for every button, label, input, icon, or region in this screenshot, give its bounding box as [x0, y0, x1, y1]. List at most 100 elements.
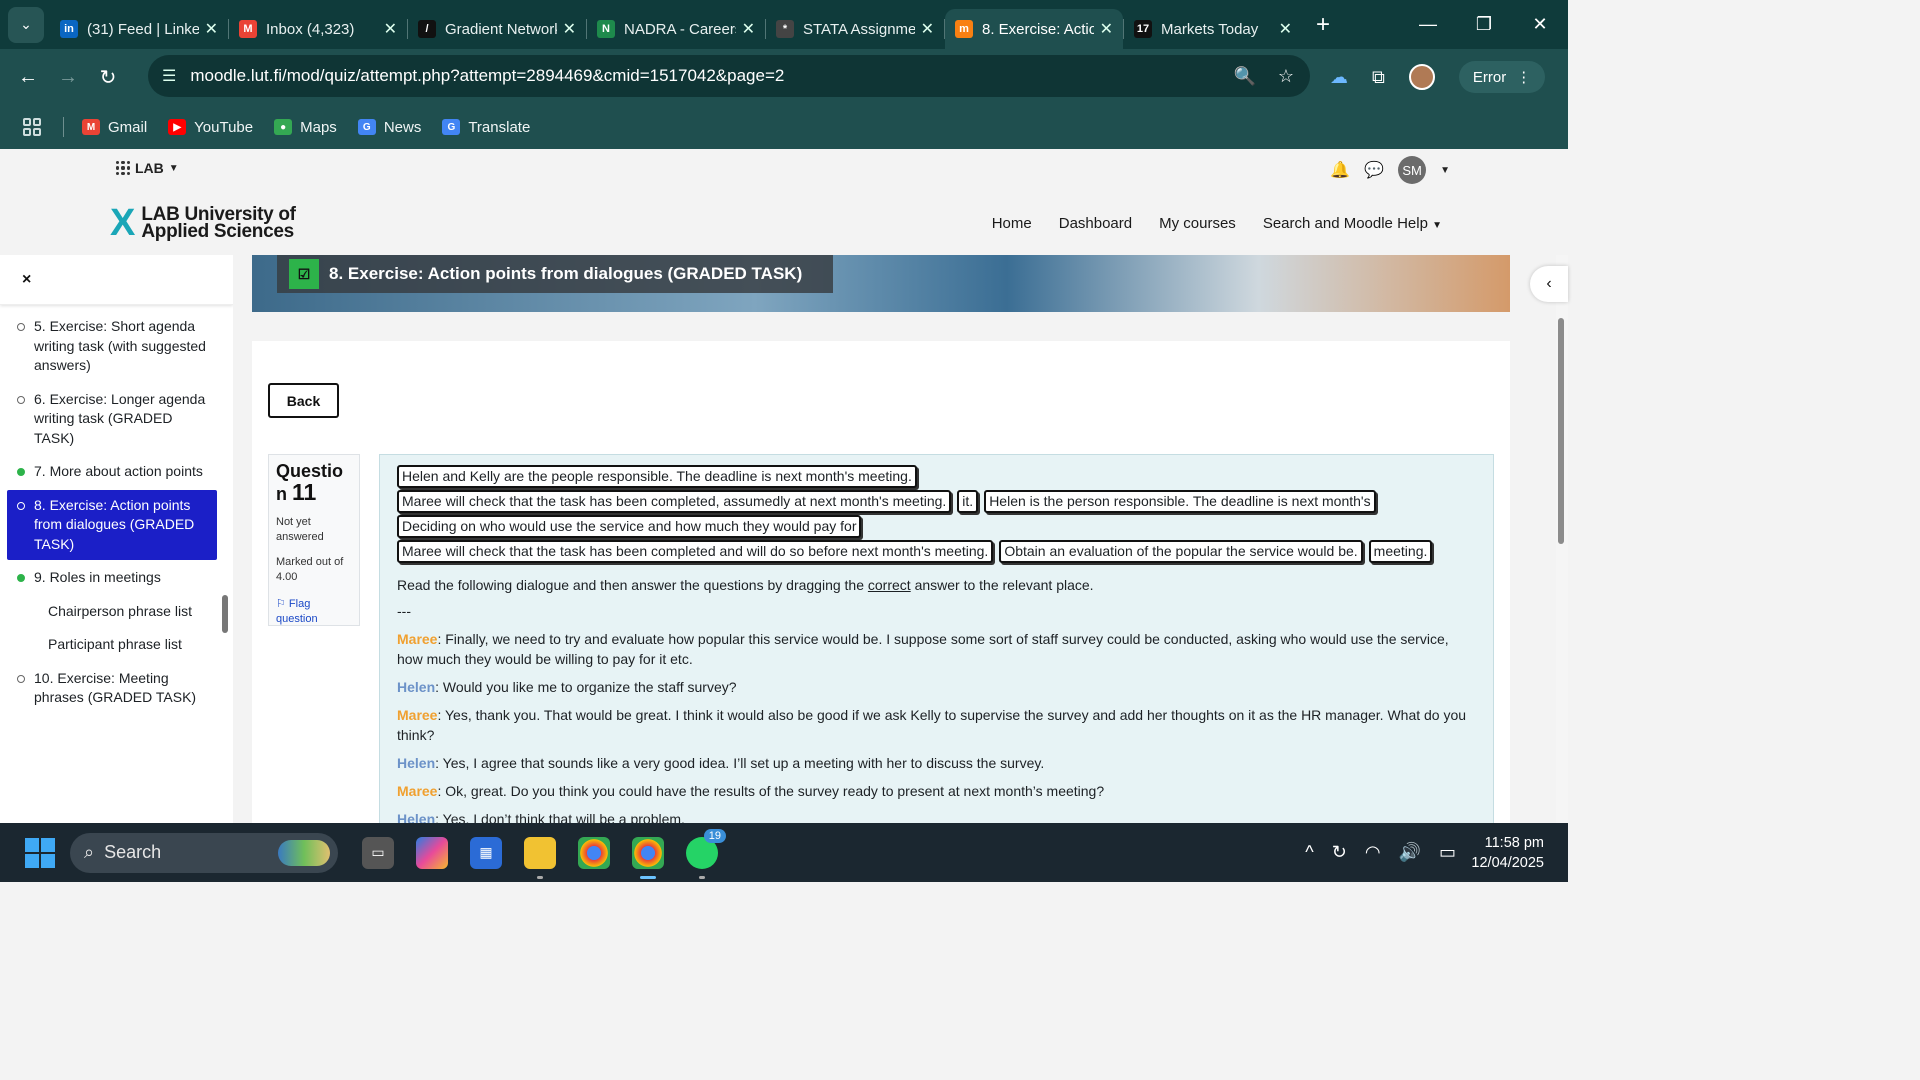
user-avatar[interactable]: SM: [1398, 156, 1427, 184]
wifi-icon[interactable]: ◠: [1365, 842, 1381, 863]
nav-home[interactable]: Home: [992, 215, 1032, 232]
course-index-label: 7. More about action points: [34, 463, 203, 479]
course-index-drawer: × 5. Exercise: Short agenda writing task…: [0, 255, 233, 823]
page-scrollbar-thumb[interactable]: [1558, 318, 1564, 544]
drag-item[interactable]: Helen and Kelly are the people responsib…: [397, 465, 917, 488]
close-tab-icon[interactable]: ✕: [205, 19, 218, 39]
drag-item[interactable]: Obtain an evaluation of the popular the …: [999, 540, 1363, 563]
chrome-icon[interactable]: [578, 836, 610, 869]
drag-item[interactable]: Helen is the person responsible. The dea…: [984, 490, 1376, 513]
course-index-label: Participant phrase list: [48, 636, 182, 652]
clock-time: 11:58 pm: [1484, 835, 1544, 851]
course-index-item[interactable]: 9. Roles in meetings: [7, 562, 217, 594]
lab-menu[interactable]: LAB ▼: [116, 160, 179, 176]
question-number: Questio n 11: [276, 461, 352, 505]
star-icon[interactable]: ☆: [1278, 66, 1294, 87]
nav-dashboard[interactable]: Dashboard: [1059, 215, 1132, 232]
course-index-item[interactable]: 7. More about action points: [7, 456, 217, 488]
zoom-icon[interactable]: 🔍: [1233, 66, 1255, 87]
close-window-icon[interactable]: ✕: [1512, 14, 1568, 35]
taskbar-search[interactable]: ⌕ Search: [70, 832, 338, 873]
url-omnibox[interactable]: ☰ moodle.lut.fi/mod/quiz/attempt.php?att…: [148, 55, 1310, 97]
microsoft-store-icon[interactable]: ▦: [470, 836, 502, 869]
course-index-item[interactable]: 6. Exercise: Longer agenda writing task …: [7, 384, 217, 455]
whatsapp-icon[interactable]: 19: [686, 828, 726, 879]
taskbar-search-label: Search: [104, 842, 162, 862]
drag-item[interactable]: Maree will check that the task has been …: [397, 540, 994, 563]
copilot-icon[interactable]: [416, 836, 448, 869]
course-index-label: Chairperson phrase list: [48, 602, 192, 619]
clock[interactable]: 11:58 pm 12/04/2025: [1471, 833, 1544, 873]
block-drawer-toggle[interactable]: ‹: [1530, 266, 1568, 302]
error-button[interactable]: Error ⋮: [1458, 61, 1546, 93]
course-index-item[interactable]: 10. Exercise: Meeting phrases (GRADED TA…: [7, 663, 217, 714]
browser-tab[interactable]: / Gradient Network ✕: [408, 9, 586, 49]
site-logo[interactable]: X LAB University of Applied Sciences: [110, 204, 296, 242]
back-arrow-icon[interactable]: ←: [8, 66, 48, 89]
chevron-up-icon[interactable]: ^: [1305, 842, 1313, 863]
course-index-item[interactable]: 5. Exercise: Short agenda writing task (…: [7, 311, 217, 382]
speaker-name: Helen: [397, 755, 436, 771]
close-tab-icon[interactable]: ✕: [563, 19, 576, 39]
course-index-item[interactable]: Chairperson phrase list: [7, 596, 217, 628]
chevron-down-icon[interactable]: ▼: [1440, 165, 1450, 176]
browser-tab[interactable]: * STATA Assignment ✕: [766, 9, 944, 49]
tab-label: NADRA - Careers: [624, 20, 736, 38]
linkedin-icon: in: [60, 20, 78, 38]
flag-question-link[interactable]: ⚐ Flag question: [276, 597, 352, 627]
chrome-profile-icon[interactable]: [632, 836, 664, 879]
url-text[interactable]: moodle.lut.fi/mod/quiz/attempt.php?attem…: [190, 66, 784, 86]
apps-grid-icon[interactable]: [23, 118, 41, 136]
chevron-left-icon: ‹: [1546, 275, 1552, 292]
bookmark-maps[interactable]: ● Maps: [274, 119, 337, 136]
sync-icon[interactable]: ↻: [1332, 842, 1347, 863]
course-index-item[interactable]: Participant phrase list: [7, 629, 217, 661]
restore-icon[interactable]: ❐: [1456, 14, 1512, 35]
drag-item[interactable]: Deciding on who would use the service an…: [397, 515, 862, 538]
completed-dot-icon: [17, 468, 25, 476]
puzzle-icon[interactable]: ⧉: [1372, 67, 1385, 88]
volume-icon[interactable]: 🔊: [1399, 842, 1421, 863]
drawer-scrollbar[interactable]: [222, 595, 228, 633]
close-tab-icon[interactable]: ✕: [384, 19, 397, 39]
drag-item[interactable]: Maree will check that the task has been …: [397, 490, 952, 513]
browser-tab[interactable]: N NADRA - Careers ✕: [587, 9, 765, 49]
question-text: Helen and Kelly are the people responsib…: [379, 454, 1494, 834]
bookmark-news[interactable]: G News: [357, 119, 421, 136]
reload-icon[interactable]: ↻: [88, 65, 128, 90]
file-explorer-icon[interactable]: [524, 836, 556, 879]
close-tab-icon[interactable]: ✕: [1279, 19, 1292, 39]
bookmark-translate[interactable]: G Translate: [442, 119, 530, 136]
nav-search-help[interactable]: Search and Moodle Help ▼: [1263, 215, 1442, 232]
minimize-icon[interactable]: —: [1400, 14, 1456, 35]
drag-item[interactable]: meeting.: [1368, 540, 1433, 563]
cloud-icon[interactable]: ☁: [1330, 67, 1348, 88]
browser-tab[interactable]: 17 Markets Today ✕: [1124, 9, 1302, 49]
bookmark-gmail[interactable]: M Gmail: [82, 119, 147, 136]
browser-tab[interactable]: M Inbox (4,323) ✕: [229, 9, 407, 49]
close-tab-icon[interactable]: ✕: [742, 19, 755, 39]
browser-tab[interactable]: m 8. Exercise: Action ✕: [945, 9, 1123, 49]
battery-icon[interactable]: ▭: [1439, 842, 1456, 863]
profile-avatar[interactable]: [1408, 64, 1435, 90]
nav-my-courses[interactable]: My courses: [1159, 215, 1236, 232]
bell-icon[interactable]: 🔔: [1330, 160, 1350, 180]
close-tab-icon[interactable]: ✕: [1100, 19, 1113, 39]
close-drawer-icon[interactable]: ×: [22, 271, 31, 289]
close-tab-icon[interactable]: ✕: [921, 19, 934, 39]
tab-search-button[interactable]: ⌄: [8, 6, 44, 43]
task-view-icon[interactable]: ▭: [362, 836, 394, 869]
new-tab-button[interactable]: +: [1316, 11, 1330, 39]
tab-strip: ⌄ in (31) Feed | LinkedIn ✕ M Inbox (4,323) ✕…: [0, 0, 1568, 49]
windows-start-icon[interactable]: [25, 837, 55, 868]
search-highlight-icon: [278, 839, 330, 866]
site-info-icon[interactable]: ☰: [162, 66, 176, 86]
forward-arrow-icon[interactable]: →: [48, 66, 88, 89]
bookmark-youtube[interactable]: ▶ YouTube: [168, 119, 253, 136]
back-button[interactable]: Back: [268, 383, 339, 418]
browser-tab[interactable]: in (31) Feed | LinkedIn ✕: [50, 9, 228, 49]
course-index-item[interactable]: 8. Exercise: Action points from dialogue…: [7, 489, 217, 560]
chat-icon[interactable]: 💬: [1364, 160, 1384, 180]
openai-icon: *: [776, 20, 794, 38]
drag-item[interactable]: it.: [957, 490, 979, 513]
